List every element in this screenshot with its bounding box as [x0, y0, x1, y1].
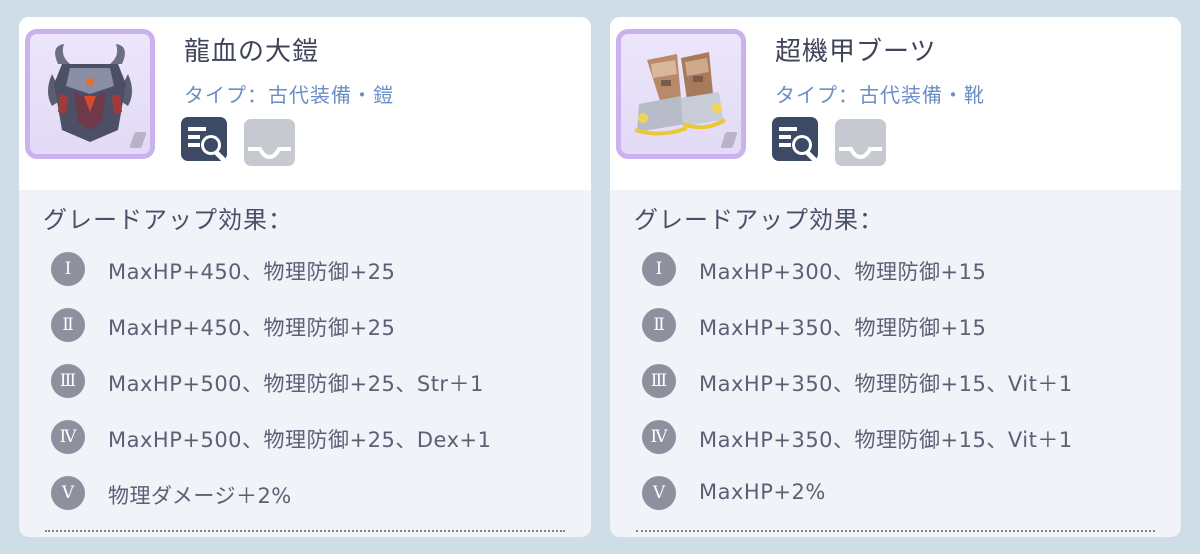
effect-row: Ⅲ MaxHP+500、物理防御+25、Str＋1 — [51, 364, 571, 398]
item-icon-frame[interactable] — [25, 29, 155, 159]
inbox-tray-icon — [835, 119, 886, 166]
item-inspect-icon — [181, 117, 227, 163]
item-name: 龍血の大鎧 — [184, 37, 320, 67]
item-header: 龍血の大鎧 タイプ：古代装備・鎧 — [19, 17, 591, 190]
effect-row: Ⅰ MaxHP+300、物理防御+15 — [642, 252, 1162, 286]
grade-badge: Ⅱ — [642, 308, 676, 342]
grade-badge: Ⅰ — [51, 252, 85, 286]
grade-up-heading: グレードアップ効果： — [43, 206, 293, 234]
grade-badge: Ⅴ — [642, 476, 676, 510]
grade-badge: Ⅴ — [51, 476, 85, 510]
inbox-tray-icon — [244, 119, 295, 166]
dotted-divider — [636, 530, 1155, 532]
effect-row: Ⅱ MaxHP+450、物理防御+25 — [51, 308, 571, 342]
grade-badge: Ⅲ — [642, 364, 676, 398]
effect-text: MaxHP+500、物理防御+25、Str＋1 — [108, 372, 484, 396]
effect-row: Ⅴ 物理ダメージ＋2% — [51, 476, 571, 510]
effect-row: Ⅱ MaxHP+350、物理防御+15 — [642, 308, 1162, 342]
item-icon-frame[interactable] — [616, 29, 746, 159]
effect-text: 物理ダメージ＋2% — [108, 484, 292, 508]
inspect-button[interactable] — [771, 116, 819, 166]
effect-text: MaxHP+350、物理防御+15 — [699, 316, 987, 340]
dotted-divider — [45, 530, 565, 532]
effect-row: Ⅳ MaxHP+500、物理防御+25、Dex+1 — [51, 420, 571, 454]
item-type: タイプ：古代装備・靴 — [775, 83, 985, 107]
grade-badge: Ⅲ — [51, 364, 85, 398]
inspect-button[interactable] — [180, 116, 228, 166]
grade-up-heading: グレードアップ効果： — [634, 206, 884, 234]
effect-row: Ⅲ MaxHP+350、物理防御+15、Vit＋1 — [642, 364, 1162, 398]
item-inspect-icon — [772, 117, 818, 163]
item-card-mech-boots: 超機甲ブーツ タイプ：古代装備・靴 グレードアップ効果： Ⅰ MaxHP+300… — [610, 17, 1181, 537]
effect-row: Ⅴ MaxHP+2% — [642, 476, 1162, 510]
grade-badge: Ⅳ — [642, 420, 676, 454]
effect-row: Ⅳ MaxHP+350、物理防御+15、Vit＋1 — [642, 420, 1162, 454]
tray-button[interactable] — [244, 119, 295, 166]
tray-button[interactable] — [835, 119, 886, 166]
grade-badge: Ⅳ — [51, 420, 85, 454]
item-card-dragon-armor: 龍血の大鎧 タイプ：古代装備・鎧 グレードアップ効果： Ⅰ MaxHP+450、… — [19, 17, 591, 537]
item-name: 超機甲ブーツ — [775, 37, 937, 67]
effect-text: MaxHP+300、物理防御+15 — [699, 260, 987, 284]
item-type: タイプ：古代装備・鎧 — [184, 83, 394, 107]
grade-badge: Ⅰ — [642, 252, 676, 286]
item-header: 超機甲ブーツ タイプ：古代装備・靴 — [610, 17, 1181, 190]
effect-text: MaxHP+350、物理防御+15、Vit＋1 — [699, 428, 1073, 452]
effect-text: MaxHP+450、物理防御+25 — [108, 316, 396, 340]
effect-text: MaxHP+350、物理防御+15、Vit＋1 — [699, 372, 1073, 396]
effect-text: MaxHP+500、物理防御+25、Dex+1 — [108, 428, 492, 452]
grade-badge: Ⅱ — [51, 308, 85, 342]
effect-text: MaxHP+2% — [699, 480, 826, 504]
effect-text: MaxHP+450、物理防御+25 — [108, 260, 396, 284]
effect-row: Ⅰ MaxHP+450、物理防御+25 — [51, 252, 571, 286]
